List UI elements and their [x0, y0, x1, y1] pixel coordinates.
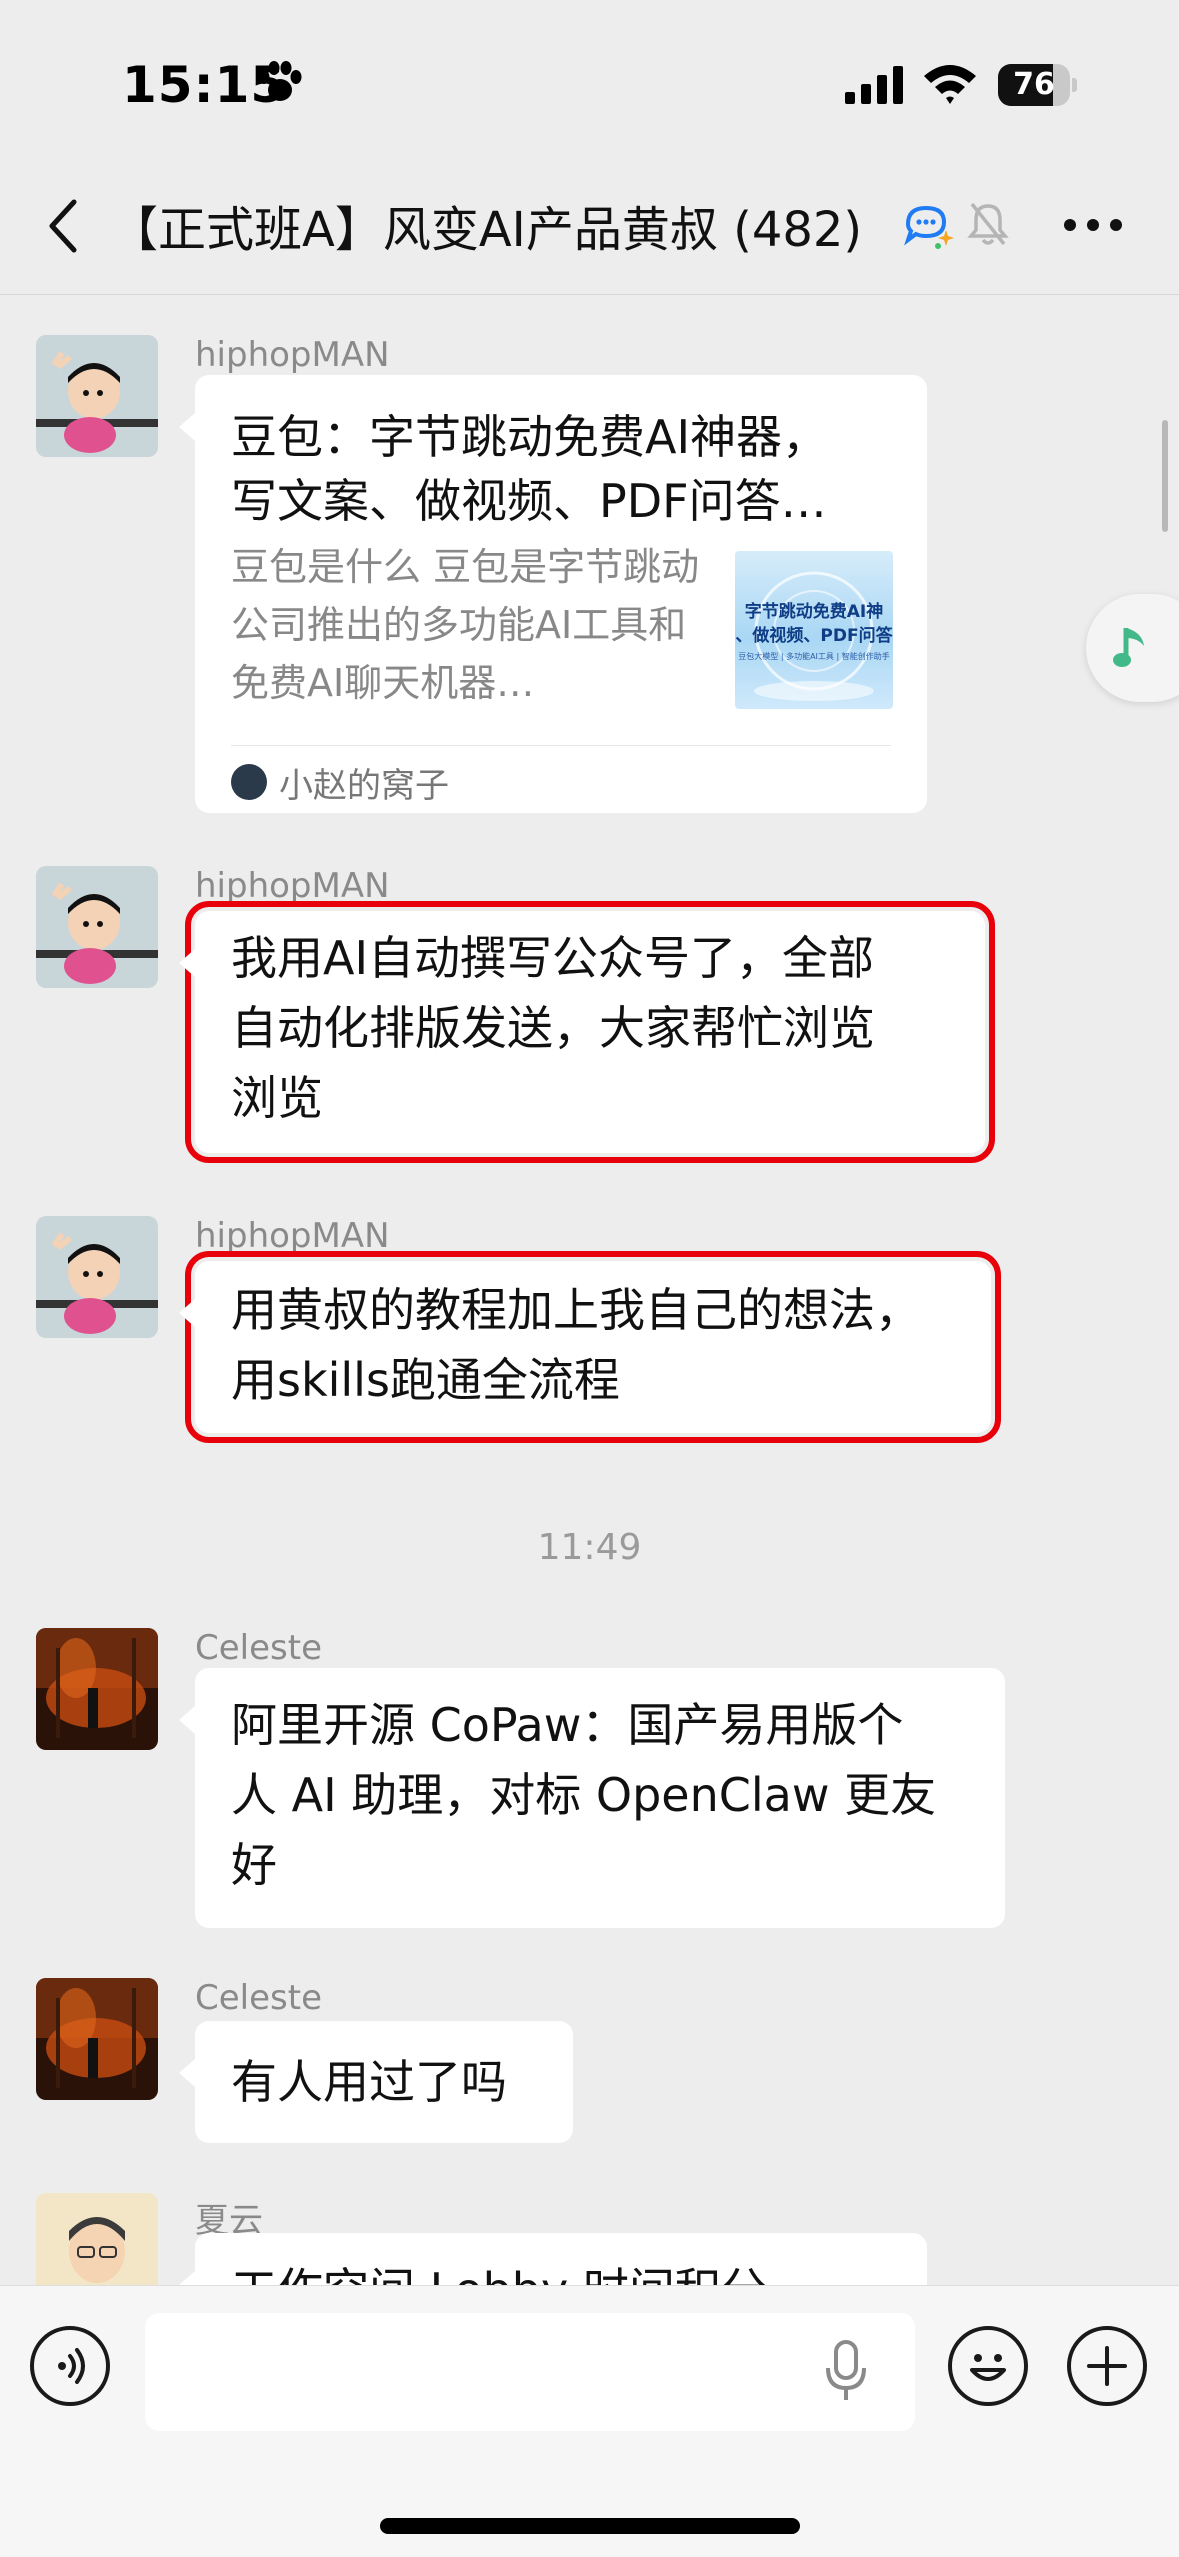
message-line: 用skills跑通全流程 [231, 1353, 620, 1407]
thumb-line-2: 、做视频、PDF问答 [735, 626, 893, 646]
message-bubble[interactable]: 有人用过了吗 [179, 2021, 573, 2143]
paw-icon [258, 61, 302, 101]
message-list[interactable]: hiphopMAN 豆包：字节跳动免费AI神器，写文案、做视频、PDF问答… 豆… [0, 295, 1179, 2285]
ai-chat-bubble-icon[interactable] [902, 202, 956, 250]
wifi-icon [924, 65, 976, 104]
status-bar: 15:15 76 [0, 0, 1179, 150]
scroll-indicator[interactable] [1162, 420, 1168, 532]
message-line: 好 [231, 1838, 277, 1892]
timestamp-divider: 11:49 [537, 1527, 642, 1568]
avatar[interactable] [36, 1978, 158, 2100]
message-line: 工作空间 Lobby 时间积分 [231, 2255, 767, 2285]
source-avatar-icon [231, 764, 267, 800]
voice-mode-button[interactable] [30, 2326, 110, 2406]
message-bubble[interactable]: 我用AI自动撰写公众号了，全部 自动化排版发送，大家帮忙浏览 浏览 [179, 901, 995, 1163]
message-line: 用黄叔的教程加上我自己的想法， [231, 1283, 921, 1337]
music-note-icon [1113, 628, 1144, 667]
message-bubble[interactable]: 工作空间 Lobby 时间积分 [179, 2233, 927, 2285]
message-line: 阿里开源 CoPaw：国产易用版个 [231, 1698, 904, 1752]
message-bubble[interactable]: 用黄叔的教程加上我自己的想法， 用skills跑通全流程 [179, 1251, 1001, 1443]
avatar[interactable] [36, 1216, 158, 1338]
link-card[interactable]: 豆包：字节跳动免费AI神器，写文案、做视频、PDF问答… 豆包是什么 豆包是字节… [179, 375, 927, 813]
emoji-button[interactable] [948, 2326, 1028, 2406]
sender-name: Celeste [195, 1628, 322, 1668]
back-chevron-icon[interactable] [46, 198, 78, 254]
mute-bell-icon [967, 202, 1009, 246]
card-thumbnail: 字节跳动免费AI神 、做视频、PDF问答 豆包大模型 | 多功能AI工具 | 智… [735, 551, 893, 709]
microphone-icon[interactable] [822, 2338, 870, 2404]
smiley-icon [970, 2354, 1006, 2381]
card-divider [231, 745, 891, 746]
battery-percent: 76 [1013, 67, 1055, 102]
sender-name: hiphopMAN [195, 1216, 390, 1256]
input-bar [0, 2285, 1179, 2557]
sender-name: hiphopMAN [195, 866, 390, 906]
sender-name: hiphopMAN [195, 335, 390, 375]
thumb-line-3: 豆包大模型 | 多功能AI工具 | 智能创作助手 [738, 652, 890, 661]
more-options-icon[interactable] [1063, 218, 1123, 232]
more-functions-button[interactable] [1067, 2326, 1147, 2406]
cellular-signal-icon [845, 66, 903, 104]
voice-wave-icon [58, 2348, 85, 2384]
battery-icon: 76 [998, 64, 1078, 106]
message-line: 我用AI自动撰写公众号了，全部 [231, 931, 875, 985]
message-line: 有人用过了吗 [231, 2055, 507, 2109]
message-bubble[interactable]: 阿里开源 CoPaw：国产易用版个 人 AI 助理，对标 OpenClaw 更友… [179, 1668, 1005, 1928]
chat-header: 【正式班A】风变AI产品黄叔 (482) [0, 150, 1179, 295]
avatar[interactable] [36, 2193, 158, 2285]
message-line: 人 AI 助理，对标 OpenClaw 更友 [231, 1768, 937, 1822]
sender-name: Celeste [195, 1978, 322, 2018]
avatar[interactable] [36, 866, 158, 988]
home-indicator[interactable] [380, 2518, 800, 2534]
card-description: 豆包是什么 豆包是字节跳动公司推出的多功能AI工具和免费AI聊天机器… [231, 545, 700, 705]
avatar[interactable] [36, 335, 158, 457]
chat-title[interactable]: 【正式班A】风变AI产品黄叔 (482) [110, 190, 862, 260]
card-source: 小赵的窝子 [279, 766, 449, 806]
message-line: 自动化排版发送，大家帮忙浏览 [231, 1001, 875, 1055]
avatar[interactable] [36, 1628, 158, 1750]
plus-icon [1087, 2346, 1127, 2386]
card-title: 豆包：字节跳动免费AI神器，写文案、做视频、PDF问答… [231, 410, 829, 528]
message-line: 浏览 [231, 1071, 323, 1125]
thumb-line-1: 字节跳动免费AI神 [744, 602, 884, 622]
message-input[interactable] [145, 2313, 915, 2431]
